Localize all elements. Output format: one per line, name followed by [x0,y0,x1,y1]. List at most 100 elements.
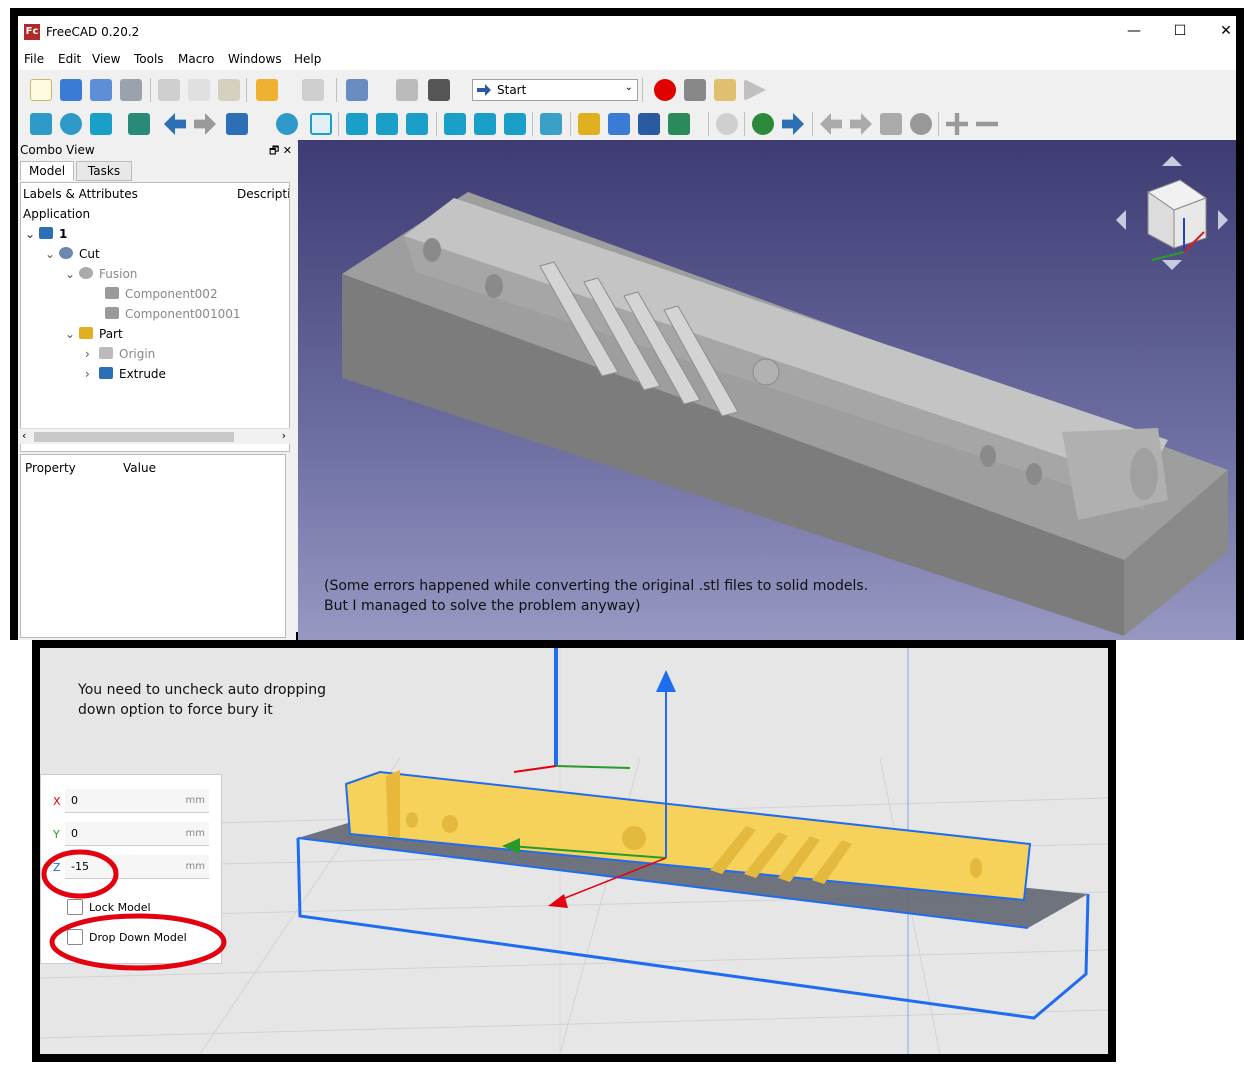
tree-item-extrude[interactable]: › Extrude [85,367,166,387]
recompute-check-icon[interactable] [346,79,368,101]
left-view-icon[interactable] [504,113,526,135]
isometric-view-icon[interactable] [310,113,332,135]
arrow-right-icon [477,84,491,96]
save-icon[interactable] [90,79,112,101]
print-icon[interactable] [120,79,142,101]
toolbar-separator [532,112,533,136]
bottom-view-icon[interactable] [474,113,496,135]
chevron-left-icon[interactable]: ‹ [22,429,26,442]
tree-item-component001001[interactable]: Component001001 [105,307,240,327]
tree-horizontal-scrollbar[interactable]: ‹ › [20,428,290,444]
web-refresh-icon[interactable] [880,113,902,135]
refresh-icon[interactable] [396,79,418,101]
web-stop-icon[interactable] [910,113,932,135]
zoom-icon[interactable] [276,113,298,135]
create-group-icon[interactable] [608,113,630,135]
freecad-model-render [342,192,1228,636]
x-position-field[interactable]: 0 mm [65,789,209,813]
measure-icon[interactable] [540,113,562,135]
draw-style-icon[interactable] [90,113,112,135]
tree-header-description: Descriptio [237,187,289,201]
chevron-right-icon[interactable]: › [85,347,99,361]
tree-item-label: Origin [119,347,156,361]
cut-icon[interactable] [158,79,180,101]
back-arrow-icon[interactable] [164,113,186,135]
web-back-icon[interactable] [820,113,842,135]
tree-item-component002[interactable]: Component002 [105,287,218,307]
combo-view-title: Combo View [20,143,95,157]
run-macro-icon[interactable] [744,79,766,101]
tree-item-cut[interactable]: ⌄ Cut [45,247,100,267]
chevron-down-icon[interactable]: ⌄ [65,267,79,281]
navigation-cube[interactable] [1112,148,1232,278]
chevron-down-icon: ⌄ [624,82,633,93]
chevron-down-icon[interactable]: ⌄ [25,227,39,241]
zoom-in-icon[interactable] [946,113,968,135]
chevron-down-icon[interactable]: ⌄ [45,247,59,261]
menu-tools[interactable]: Tools [134,52,164,66]
tree-item-label: Cut [79,247,100,261]
fusion-icon [79,267,93,279]
menu-windows[interactable]: Windows [228,52,282,66]
bounding-box-icon[interactable] [128,113,150,135]
forward-arrow-icon[interactable] [194,113,216,135]
whats-this-icon[interactable] [428,79,450,101]
open-icon[interactable] [60,79,82,101]
scrollbar-thumb[interactable] [34,432,234,442]
redo-icon[interactable] [302,79,324,101]
minimize-button[interactable]: — [1114,20,1154,44]
new-document-icon[interactable] [30,79,52,101]
chevron-down-icon[interactable]: ⌄ [65,327,79,341]
rear-view-icon[interactable] [444,113,466,135]
link-actions-icon[interactable] [668,113,690,135]
edit-macro-icon[interactable] [714,79,736,101]
web-globe-icon[interactable] [752,113,774,135]
menu-edit[interactable]: Edit [58,52,81,66]
stop-macro-icon[interactable] [684,79,706,101]
create-part-icon[interactable] [578,113,600,135]
copy-icon[interactable] [188,79,210,101]
top-view-icon[interactable] [376,113,398,135]
maximize-button[interactable]: ☐ [1160,20,1200,44]
menu-help[interactable]: Help [294,52,321,66]
cube-icon [105,307,119,319]
menu-view[interactable]: View [92,52,120,66]
close-button[interactable]: ✕ [1206,20,1246,44]
menu-macro[interactable]: Macro [178,52,214,66]
paste-icon[interactable] [218,79,240,101]
chevron-right-icon[interactable]: › [282,429,286,442]
property-header: Property [25,461,76,475]
toolbar-separator [436,112,437,136]
web-next-icon[interactable] [850,113,872,135]
front-view-icon[interactable] [346,113,368,135]
fit-selection-icon[interactable] [60,113,82,135]
tree-item-document[interactable]: ⌄ 1 [25,227,67,247]
cube-icon [105,287,119,299]
tree-item-origin[interactable]: › Origin [85,347,155,367]
menu-file[interactable]: File [24,52,44,66]
tree-item-part[interactable]: ⌄ Part [65,327,123,347]
sync-view-icon[interactable] [226,113,248,135]
workbench-selector[interactable]: Start ⌄ [472,79,638,101]
3d-viewport[interactable]: (Some errors happened while converting t… [298,140,1236,640]
combo-view-dock-buttons[interactable]: 🗗 ✕ [269,142,292,161]
toolbar-separator [708,112,709,136]
chevron-right-icon[interactable]: › [85,367,99,381]
workbench-label: Start [497,83,527,97]
undo-icon[interactable] [256,79,278,101]
tree-item-label: Fusion [99,267,138,281]
tree-section-application: Application [23,207,91,221]
fit-all-icon[interactable] [30,113,52,135]
web-go-icon[interactable] [782,113,804,135]
view-cube-icon[interactable] [716,113,738,135]
make-link-icon[interactable] [638,113,660,135]
record-macro-icon[interactable] [654,79,676,101]
toolbar-separator [938,112,939,136]
toolbar-separator [338,112,339,136]
zoom-out-icon[interactable] [976,121,998,127]
right-view-icon[interactable] [406,113,428,135]
tab-tasks[interactable]: Tasks [76,161,132,181]
tab-model[interactable]: Model [20,161,74,181]
tree-item-label: Extrude [119,367,166,381]
tree-item-fusion[interactable]: ⌄ Fusion [65,267,137,287]
